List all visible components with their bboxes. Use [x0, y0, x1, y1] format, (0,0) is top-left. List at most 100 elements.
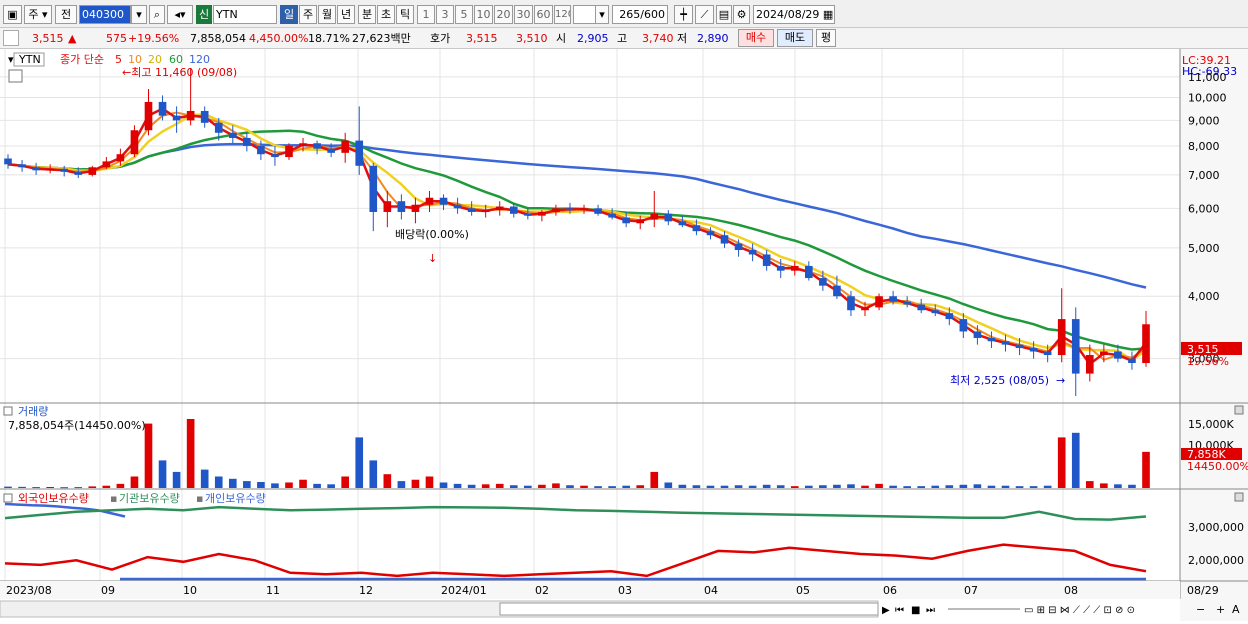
search-icon[interactable]: ⌕	[149, 5, 165, 24]
volume-bar	[1043, 485, 1052, 488]
quote-checkbox[interactable]	[3, 30, 19, 46]
holdings-panel-checkbox[interactable]	[3, 493, 13, 503]
legend-ma-title: 종가 단순	[60, 53, 104, 66]
candle-body	[4, 158, 12, 165]
volume-bar	[819, 485, 827, 488]
period-second-tab[interactable]: 초	[377, 5, 395, 24]
current-price: 3,515	[32, 32, 64, 45]
price-tick-label: 7,000	[1188, 169, 1220, 182]
volume-bar	[847, 484, 855, 488]
interval-3[interactable]: 3	[436, 5, 454, 24]
chart-area[interactable]: ▾ YTN 종가 단순 5 10 20 60 120 ←최고 11,460 (0…	[0, 49, 1248, 621]
interval-5[interactable]: 5	[455, 5, 473, 24]
interval-dropdown-icon[interactable]: ▾	[595, 5, 609, 24]
interval-60[interactable]: 60	[534, 5, 553, 24]
volume-panel-title: 거래량	[18, 405, 48, 418]
date-tick-label: 06	[883, 584, 897, 597]
volume-bar	[88, 486, 97, 488]
period-day-tab[interactable]: 일	[280, 5, 298, 24]
calculator-icon[interactable]	[8, 69, 23, 83]
interval-30[interactable]: 30	[514, 5, 533, 24]
scroll-back-icon[interactable]: ⏮	[895, 605, 904, 616]
period-year-tab[interactable]: 년	[337, 5, 355, 24]
candle-body	[60, 168, 69, 172]
candle-body	[509, 206, 518, 214]
candle-body	[762, 254, 771, 266]
up-arrow-icon: ▲	[68, 32, 77, 45]
new-badge: 신	[196, 5, 212, 24]
volume-bar	[776, 485, 785, 488]
date-tick-label: 05	[796, 584, 810, 597]
individual-legend[interactable]: 개인보유수량	[205, 492, 266, 505]
calendar-icon[interactable]: ▦	[823, 8, 833, 21]
candle-body	[243, 137, 251, 146]
date-tick-label: 10	[183, 584, 197, 597]
low-label: 저	[677, 32, 688, 45]
window-icon[interactable]: ▣	[3, 5, 22, 24]
period-week-tab[interactable]: 주	[299, 5, 317, 24]
interval-10[interactable]: 10	[474, 5, 493, 24]
volume-panel-close-icon[interactable]	[1234, 405, 1244, 415]
volume-bar	[580, 485, 588, 488]
speaker-icon[interactable]: ◂▾	[167, 5, 193, 24]
settings-gear-icon[interactable]: ⚙	[733, 5, 750, 24]
volume-bar	[214, 476, 223, 488]
volume-bar	[172, 471, 181, 488]
legend-ma5[interactable]: 5	[115, 53, 122, 66]
legend-ma20[interactable]: 20	[148, 53, 162, 66]
candle-body	[734, 243, 743, 251]
sell-button[interactable]: 매도	[777, 29, 813, 47]
scrollbar-thumb[interactable]	[499, 602, 879, 616]
volume-bar	[1100, 483, 1108, 488]
stock-name-field[interactable]: YTN	[213, 5, 277, 24]
candle-body	[74, 171, 83, 175]
drawing-tools-icon[interactable]: ▭ ⊞ ⊟ ⋈ ⟋ ⟋ ⟋ ⊡ ⊘ ⊙	[1024, 605, 1135, 616]
prev-button[interactable]: 전	[55, 5, 77, 24]
volume-bar	[285, 482, 293, 488]
interval-120[interactable]: 120	[554, 5, 571, 24]
average-button[interactable]: 평	[816, 29, 836, 47]
volume-panel-checkbox[interactable]	[3, 406, 13, 416]
holdings-panel-close-icon[interactable]	[1234, 492, 1244, 502]
candle-body	[861, 307, 869, 311]
save-icon[interactable]: ▤	[716, 5, 732, 24]
volume-bar	[1085, 481, 1094, 488]
candle-body	[819, 278, 827, 286]
buy-button[interactable]: 매수	[738, 29, 774, 47]
stop-icon[interactable]: ■	[911, 605, 920, 616]
trade-amount: 27,623백만	[352, 32, 411, 45]
date-field[interactable]: 2024/08/29 ▦	[753, 5, 835, 24]
bar-count-value: 265	[619, 8, 641, 21]
chart-svg[interactable]: ▾ YTN 종가 단순 5 10 20 60 120 ←최고 11,460 (0…	[0, 49, 1248, 621]
interval-1[interactable]: 1	[417, 5, 435, 24]
zoom-in-icon[interactable]: +	[1216, 603, 1225, 616]
volume-bar	[917, 486, 926, 488]
legend-ma120[interactable]: 120	[189, 53, 210, 66]
candle-type-icon[interactable]: ┿	[674, 5, 693, 24]
bar-count-field[interactable]: 265/600	[612, 5, 668, 24]
candle-body	[1001, 341, 1010, 345]
scroll-forward-icon[interactable]: ⏭	[926, 605, 935, 616]
indicator-icon[interactable]: ⟋	[695, 5, 714, 24]
period-minute-tab[interactable]: 분	[358, 5, 376, 24]
candle-body	[748, 250, 757, 255]
legend-stock-name: YTN	[18, 53, 41, 66]
text-size-icon[interactable]: A	[1232, 603, 1240, 616]
period-tick-tab[interactable]: 틱	[396, 5, 414, 24]
last-pct-label: 19.56%	[1187, 355, 1229, 368]
legend-ma10[interactable]: 10	[128, 53, 142, 66]
institution-legend[interactable]: 기관보유수량	[119, 492, 180, 505]
code-input[interactable]: 040300	[79, 5, 131, 24]
legend-ma60[interactable]: 60	[169, 53, 183, 66]
volume-bar	[144, 423, 153, 488]
volume-bar	[1029, 486, 1038, 488]
low-price: 2,890	[697, 32, 729, 45]
zoom-out-icon[interactable]: −	[1196, 603, 1205, 616]
scroll-right-icon[interactable]: ▶	[882, 605, 890, 616]
interval-20[interactable]: 20	[494, 5, 513, 24]
period-month-tab[interactable]: 월	[318, 5, 336, 24]
market-select[interactable]: 주 ▾	[24, 5, 52, 24]
volume-bar	[243, 481, 251, 488]
code-dropdown-icon[interactable]: ▾	[131, 5, 147, 24]
foreign-legend[interactable]: 외국인보유수량	[18, 492, 89, 505]
